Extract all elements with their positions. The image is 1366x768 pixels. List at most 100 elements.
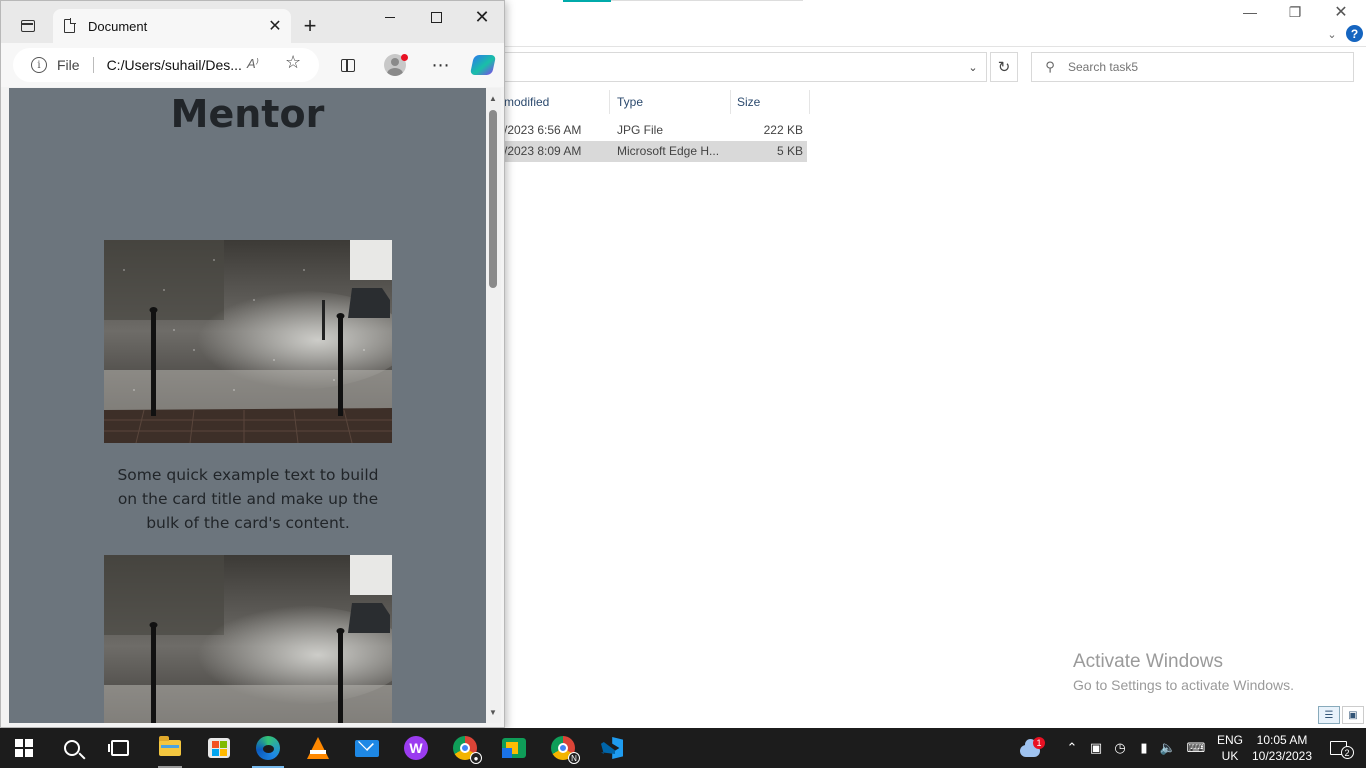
page-scrollbar[interactable]: ▲ ▼ <box>486 88 501 723</box>
more-options-icon[interactable]: ⋯ <box>425 49 457 81</box>
windows-logo-icon <box>15 739 33 757</box>
file-size: 222 KB <box>763 123 803 137</box>
task-view-button[interactable] <box>96 728 144 768</box>
edge-icon <box>256 736 280 760</box>
wifi-icon[interactable]: ◷ <box>1108 728 1132 768</box>
explorer-address-bar[interactable] <box>504 52 987 82</box>
site-info-label[interactable]: File <box>57 57 80 73</box>
explorer-minimize-button[interactable]: — <box>1227 0 1273 24</box>
taskbar-search-button[interactable] <box>48 728 96 768</box>
keyboard-icon[interactable]: ⌨ <box>1182 728 1210 768</box>
column-header-size[interactable]: Size <box>731 90 810 114</box>
page-heading: Mentor <box>170 92 325 136</box>
details-view-icon[interactable]: ☰ <box>1318 706 1340 724</box>
explorer-restore-button[interactable]: ❐ <box>1272 0 1318 24</box>
taskbar-mail[interactable] <box>343 728 391 768</box>
maximize-button[interactable] <box>413 1 459 33</box>
browser-tab[interactable]: Document ✕ <box>53 9 291 43</box>
help-icon[interactable]: ? <box>1346 25 1363 42</box>
explorer-tab-line <box>611 0 803 1</box>
close-tab-icon[interactable]: ✕ <box>263 16 287 36</box>
camera-icon[interactable]: ▣ <box>1084 728 1108 768</box>
scrollbar-thumb[interactable] <box>489 110 497 288</box>
tab-title: Document <box>88 18 148 34</box>
document-icon <box>64 18 76 33</box>
refresh-button[interactable]: ↻ <box>990 52 1018 82</box>
taskbar-file-explorer[interactable] <box>146 728 194 768</box>
file-row[interactable]: /2023 8:09 AM Microsoft Edge H... 5 KB <box>504 141 807 162</box>
chrome-icon: N <box>551 736 580 764</box>
file-explorer-icon <box>159 736 181 756</box>
view-toggle: ☰ ▣ <box>1318 706 1364 724</box>
scroll-up-icon[interactable]: ▲ <box>489 94 497 103</box>
file-row[interactable]: /2023 6:56 AM JPG File 222 KB <box>504 120 807 141</box>
taskbar-chrome-profile[interactable]: ● <box>441 728 489 768</box>
volume-icon[interactable]: 🔈 <box>1156 728 1180 768</box>
profile-avatar-icon[interactable] <box>379 49 411 81</box>
start-button[interactable] <box>0 728 48 768</box>
tab-actions-menu-icon[interactable] <box>13 13 43 39</box>
close-window-button[interactable]: ✕ <box>459 1 504 33</box>
scroll-down-icon[interactable]: ▼ <box>489 708 497 717</box>
taskbar-edge[interactable] <box>244 728 292 768</box>
battery-icon[interactable]: ▮ <box>1132 728 1156 768</box>
explorer-search-box[interactable]: ⚲ <box>1031 52 1354 82</box>
column-header-type[interactable]: Type <box>611 90 731 114</box>
info-icon[interactable]: i <box>31 57 47 73</box>
show-hidden-icons-chevron-icon[interactable]: ⌃ <box>1060 728 1084 768</box>
watermark-subtitle: Go to Settings to activate Windows. <box>1073 677 1294 693</box>
taskbar: W ● N 1 ⌃ ▣ ◷ ▮ 🔈 ⌨ ENG UK 10:05 AM 10/2… <box>0 728 1366 768</box>
chrome-profile-badge: ● <box>470 752 482 764</box>
new-tab-button[interactable]: + <box>298 13 322 39</box>
explorer-tab-indicator <box>563 0 611 2</box>
favorite-star-icon[interactable]: ☆ <box>285 52 301 73</box>
address-history-dropdown-icon[interactable]: ⌄ <box>963 58 983 76</box>
vlc-icon <box>307 737 329 759</box>
column-header-modified[interactable]: modified <box>498 90 610 114</box>
card-text: Some quick example text to build on the … <box>117 466 379 532</box>
notification-center-button[interactable]: 2 <box>1320 728 1356 768</box>
weather-widget[interactable]: 1 <box>1015 728 1045 768</box>
chrome-icon: ● <box>453 736 482 764</box>
minimize-button[interactable] <box>367 1 413 33</box>
microsoft-store-icon <box>208 738 230 758</box>
address-bar[interactable]: i File C:/Users/suhail/Des... <box>13 48 319 82</box>
file-size: 5 KB <box>776 144 803 158</box>
taskbar-google-meet[interactable] <box>490 728 538 768</box>
vscode-icon <box>601 737 623 759</box>
mail-icon <box>355 739 379 757</box>
taskbar-wps-office[interactable]: W <box>392 728 440 768</box>
notification-count-badge: 2 <box>1340 746 1354 759</box>
file-modified: /2023 6:56 AM <box>504 123 582 137</box>
large-icons-view-icon[interactable]: ▣ <box>1342 706 1364 724</box>
card-image <box>104 555 392 723</box>
browser-toolbar: i File C:/Users/suhail/Des... A⁾ ☆ ⋯ <box>1 43 504 87</box>
taskbar-vlc[interactable] <box>294 728 342 768</box>
region-code: UK <box>1221 749 1239 763</box>
taskbar-microsoft-store[interactable] <box>195 728 243 768</box>
watermark-title: Activate Windows <box>1073 651 1223 672</box>
chrome-profile-badge: N <box>568 752 580 764</box>
read-aloud-icon[interactable]: A⁾ <box>247 56 259 72</box>
activate-windows-watermark: Activate Windows Go to Settings to activ… <box>1073 651 1294 693</box>
url-text[interactable]: C:/Users/suhail/Des... <box>107 57 242 73</box>
explorer-close-button[interactable]: ✕ <box>1318 0 1364 24</box>
browser-titlebar: Document ✕ + ✕ <box>1 1 504 43</box>
google-meet-icon <box>502 738 526 758</box>
clock-date: 10/23/2023 <box>1251 749 1313 763</box>
taskbar-vscode[interactable] <box>588 728 636 768</box>
explorer-search-input[interactable] <box>1068 60 1338 74</box>
ribbon-expand-icon[interactable]: ⌄ <box>1324 26 1340 42</box>
file-modified: /2023 8:09 AM <box>504 144 582 158</box>
clock[interactable]: 10:05 AM 10/23/2023 <box>1250 728 1314 768</box>
search-icon: ⚲ <box>1045 59 1055 74</box>
edge-browser-window: Document ✕ + ✕ i File C:/Users/suhail/De… <box>0 0 505 728</box>
ribbon-divider <box>504 46 1366 47</box>
input-language-indicator[interactable]: ENG UK <box>1214 728 1246 768</box>
search-icon <box>64 740 80 756</box>
file-type: JPG File <box>617 123 664 137</box>
taskbar-chrome[interactable]: N <box>539 728 587 768</box>
copilot-icon[interactable] <box>467 49 499 81</box>
split-screen-icon[interactable] <box>332 49 364 81</box>
weather-badge: 1 <box>1033 737 1045 749</box>
